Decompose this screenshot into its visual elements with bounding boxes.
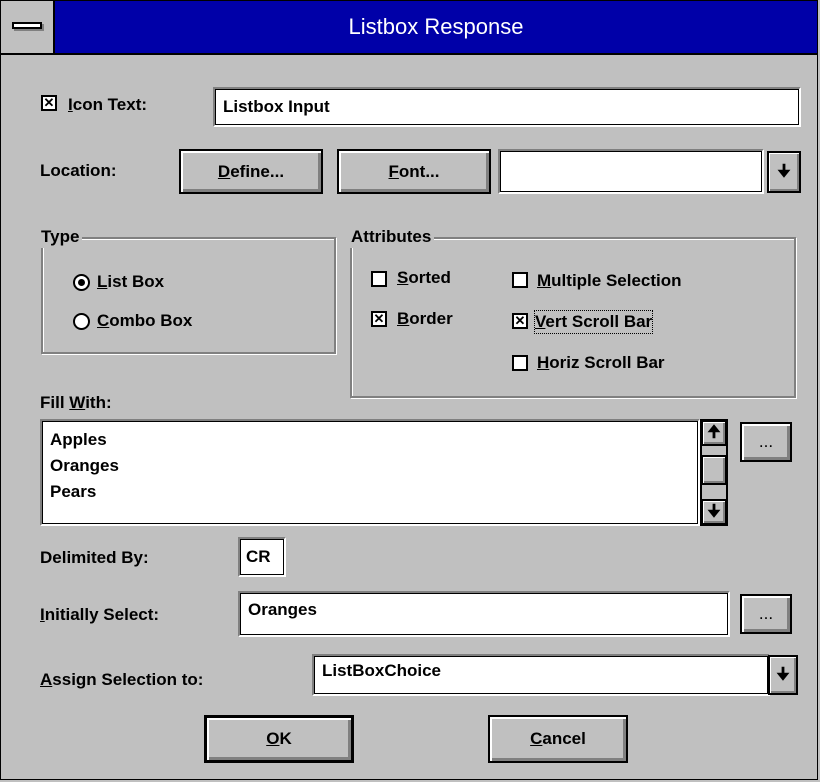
arrow-down-icon: 🠋 [777,163,791,180]
font-button[interactable]: Font... [337,149,491,194]
arrow-down-icon: 🠋 [776,666,790,683]
type-legend: Type [38,226,83,248]
combo-box-label[interactable]: Combo Box [97,310,192,332]
border-checkbox[interactable]: ✕ [371,311,387,327]
icon-text-checkbox[interactable]: ✕ [41,95,57,111]
sorted-checkbox[interactable] [371,271,387,287]
delimited-by-value: CR [246,547,271,566]
fill-item: Oranges [50,456,119,475]
initially-select-label: Initially Select: [40,605,160,624]
border-label[interactable]: Border [397,308,453,330]
initially-select-input[interactable]: Oranges [238,591,730,637]
sorted-label[interactable]: Sorted [397,267,451,289]
fill-item: Apples [50,430,107,449]
check-mark-icon: ✕ [373,311,385,326]
horiz-scroll-bar-checkbox[interactable] [512,355,528,371]
icon-text-label: Icon Text: [68,95,148,114]
delimited-by-label: Delimited By: [40,548,149,567]
vert-scroll-bar-label[interactable]: Vert Scroll Bar [533,310,654,334]
location-label: Location: [40,161,117,180]
list-box-radio[interactable] [73,274,90,291]
fill-item: Pears [50,482,97,501]
fill-with-textarea[interactable]: Apples Oranges Pears [40,419,700,526]
ok-button[interactable]: OK [204,715,354,763]
vert-scroll-bar-checkbox[interactable]: ✕ [512,313,528,329]
assign-selection-dropdown-button[interactable]: 🠋 [768,655,798,695]
fill-with-browse-button[interactable]: ... [740,422,792,462]
system-menu-button[interactable] [1,1,55,53]
combo-box-radio[interactable] [73,313,90,330]
horiz-scroll-bar-label[interactable]: Horiz Scroll Bar [537,352,665,374]
attributes-legend: Attributes [348,226,435,248]
cancel-button[interactable]: Cancel [488,715,628,763]
location-dropdown[interactable] [498,149,764,194]
delimited-by-input[interactable]: CR [238,537,286,577]
arrow-up-icon: 🠉 [707,424,721,441]
system-menu-icon [12,22,42,29]
scroll-thumb[interactable] [701,455,727,485]
assign-selection-dropdown[interactable]: ListBoxChoice [312,654,770,696]
list-box-label[interactable]: List Box [97,271,164,293]
initially-select-value: Oranges [248,600,317,619]
icon-text-input[interactable]: Listbox Input [213,87,801,127]
scroll-up-button[interactable]: 🠉 [701,420,727,446]
assign-selection-label: Assign Selection to: [40,670,204,689]
radio-selected-dot [78,279,85,286]
window-title: Listbox Response [348,14,524,39]
multiple-selection-checkbox[interactable] [512,272,528,288]
location-dropdown-button[interactable]: 🠋 [767,151,801,193]
fill-with-items: Apples Oranges Pears [50,427,119,505]
assign-selection-value: ListBoxChoice [322,661,442,680]
title-bar[interactable]: Listbox Response [1,1,817,55]
check-mark-icon: ✕ [514,313,526,328]
define-button[interactable]: Define... [179,149,323,194]
arrow-down-icon: 🠋 [707,503,721,520]
scroll-down-button[interactable]: 🠋 [701,499,727,525]
multiple-selection-label[interactable]: Multiple Selection [537,270,682,292]
initially-select-browse-button[interactable]: ... [740,594,792,634]
fill-with-label: Fill With: [40,393,112,412]
type-group [41,237,336,354]
icon-text-value: Listbox Input [223,97,330,116]
check-mark-icon: ✕ [43,95,55,110]
